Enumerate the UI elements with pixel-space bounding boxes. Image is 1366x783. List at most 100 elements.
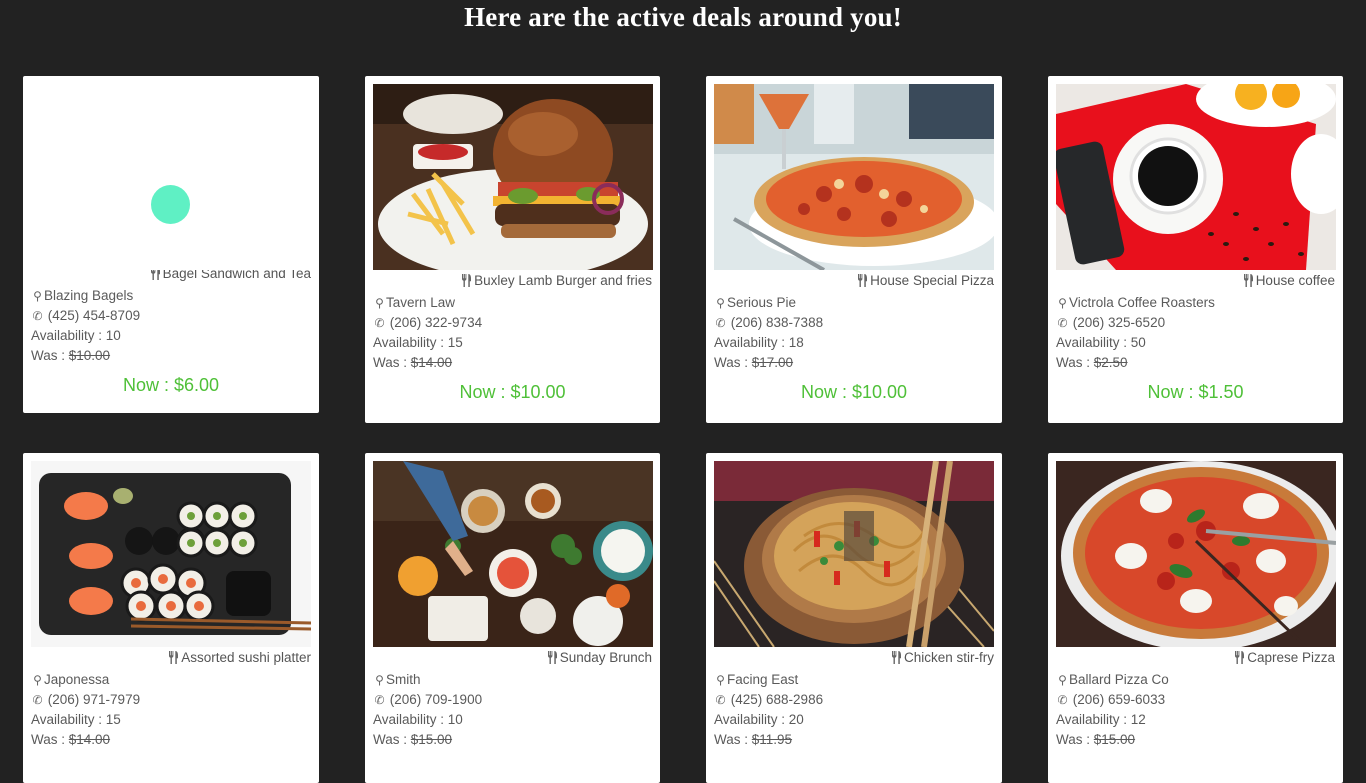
- now-label: Now :: [1147, 382, 1199, 402]
- now-price-line: Now : $1.50: [1056, 382, 1335, 402]
- deal-card[interactable]: Bagel Sandwich and Tea ⚲ Blazing Bagels ✆…: [23, 76, 319, 413]
- availability-value: 50: [1130, 335, 1146, 350]
- page-title: Here are the active deals around you!: [464, 2, 902, 32]
- availability-value: 18: [788, 335, 804, 350]
- availability-value: 10: [447, 712, 463, 727]
- restaurant-name[interactable]: Facing East: [727, 672, 798, 687]
- map-marker-icon: ⚲: [1058, 296, 1067, 310]
- utensils-icon: [857, 273, 868, 293]
- utensils-icon: [461, 273, 472, 293]
- now-price: $10.00: [851, 382, 908, 402]
- was-price: $14.00: [68, 732, 111, 747]
- deal-name-line: Chicken stir-fry: [714, 648, 994, 670]
- phone-icon: ✆: [374, 316, 385, 330]
- deal-name-line: Caprese Pizza: [1056, 648, 1335, 670]
- deal-image: [373, 84, 653, 270]
- deal-card[interactable]: Caprese Pizza ⚲ Ballard Pizza Co ✆ (206) …: [1048, 453, 1343, 783]
- utensils-icon: [1243, 273, 1254, 293]
- map-marker-icon: ⚲: [375, 296, 384, 310]
- phone-number[interactable]: (206) 709-1900: [390, 692, 482, 707]
- availability-label: Availability :: [31, 328, 106, 343]
- was-price: $11.95: [751, 732, 793, 747]
- phone-icon: ✆: [715, 693, 726, 707]
- restaurant-name[interactable]: Victrola Coffee Roasters: [1069, 295, 1215, 310]
- deal-name-line: House Special Pizza: [714, 271, 994, 293]
- was-price: $15.00: [1093, 732, 1136, 747]
- map-marker-icon: ⚲: [716, 673, 725, 687]
- now-label: Now :: [122, 375, 174, 395]
- availability-value: 10: [105, 328, 121, 343]
- deal-name: Sunday Brunch: [559, 650, 652, 665]
- map-marker-icon: ⚲: [375, 673, 384, 687]
- deal-image: [714, 84, 994, 270]
- phone-number[interactable]: (425) 454-8709: [48, 308, 140, 323]
- was-label: Was :: [714, 732, 752, 747]
- phone-icon: ✆: [1057, 693, 1068, 707]
- map-marker-icon: ⚲: [33, 289, 42, 303]
- deal-name: Assorted sushi platter: [181, 650, 311, 665]
- map-marker-icon: ⚲: [716, 296, 725, 310]
- deal-name: Chicken stir-fry: [903, 650, 994, 665]
- deal-image: [31, 84, 311, 270]
- restaurant-name[interactable]: Serious Pie: [727, 295, 796, 310]
- was-price: $10.00: [68, 348, 111, 363]
- deal-name: Buxley Lamb Burger and fries: [474, 273, 652, 288]
- coffee-photo: [1056, 84, 1336, 270]
- was-price: $15.00: [410, 732, 453, 747]
- deal-card[interactable]: Buxley Lamb Burger and fries ⚲ Tavern Law…: [365, 76, 660, 423]
- phone-number[interactable]: (206) 322-9734: [390, 315, 482, 330]
- phone-icon: ✆: [715, 316, 726, 330]
- deal-name-line: Assorted sushi platter: [31, 648, 311, 670]
- utensils-icon: [547, 650, 558, 670]
- restaurant-name[interactable]: Japonessa: [44, 672, 109, 687]
- deal-name: House coffee: [1255, 273, 1335, 288]
- restaurant-name[interactable]: Ballard Pizza Co: [1069, 672, 1169, 687]
- burger-photo: [373, 84, 653, 270]
- phone-icon: ✆: [32, 693, 43, 707]
- deal-card[interactable]: House coffee ⚲ Victrola Coffee Roasters ✆…: [1048, 76, 1343, 423]
- was-price: $2.50: [1093, 355, 1128, 370]
- now-price: $6.00: [173, 375, 220, 395]
- utensils-icon: [891, 650, 902, 670]
- phone-number[interactable]: (206) 971-7979: [48, 692, 140, 707]
- phone-icon: ✆: [32, 309, 43, 323]
- phone-number[interactable]: (206) 325-6520: [1073, 315, 1165, 330]
- was-label: Was :: [31, 348, 69, 363]
- now-price: $1.50: [1198, 382, 1244, 402]
- now-price-line: Now : $6.00: [31, 375, 311, 395]
- deal-card[interactable]: Assorted sushi platter ⚲ Japonessa ✆ (206…: [23, 453, 319, 783]
- deal-card[interactable]: Chicken stir-fry ⚲ Facing East ✆ (425) 68…: [706, 453, 1002, 783]
- caprese-pizza-photo: [1056, 461, 1336, 647]
- deal-name: House Special Pizza: [870, 273, 994, 288]
- was-label: Was :: [1056, 355, 1094, 370]
- map-marker-icon: ⚲: [33, 673, 42, 687]
- phone-icon: ✆: [1057, 316, 1068, 330]
- now-price-line: Now : $10.00: [373, 382, 652, 402]
- phone-number[interactable]: (206) 838-7388: [731, 315, 823, 330]
- was-label: Was :: [373, 732, 411, 747]
- restaurant-name[interactable]: Smith: [386, 672, 421, 687]
- deal-image: [373, 461, 653, 647]
- deal-image: [714, 461, 994, 647]
- availability-value: 15: [447, 335, 463, 350]
- phone-number[interactable]: (206) 659-6033: [1073, 692, 1165, 707]
- pizza-photo: [714, 84, 994, 270]
- availability-label: Availability :: [373, 335, 448, 350]
- map-marker-icon: ⚲: [1058, 673, 1067, 687]
- loading-spinner: [151, 185, 190, 224]
- utensils-icon: [1234, 650, 1245, 670]
- restaurant-name[interactable]: Tavern Law: [386, 295, 455, 310]
- phone-number[interactable]: (425) 688-2986: [731, 692, 823, 707]
- restaurant-name[interactable]: Blazing Bagels: [44, 288, 133, 303]
- availability-value: 20: [788, 712, 804, 727]
- deal-image: [1056, 461, 1336, 647]
- deal-name-line: House coffee: [1056, 271, 1335, 293]
- availability-value: 12: [1130, 712, 1146, 727]
- deal-card[interactable]: Sunday Brunch ⚲ Smith ✆ (206) 709-1900 Av…: [365, 453, 660, 783]
- was-label: Was :: [373, 355, 411, 370]
- was-price: $14.00: [410, 355, 453, 370]
- deal-card[interactable]: House Special Pizza ⚲ Serious Pie ✆ (206)…: [706, 76, 1002, 423]
- sushi-photo: [31, 461, 311, 647]
- availability-value: 15: [105, 712, 121, 727]
- noodles-photo: [714, 461, 994, 647]
